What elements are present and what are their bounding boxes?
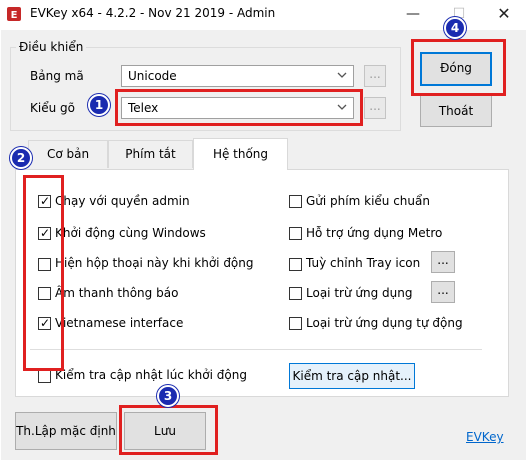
tab-system[interactable]: Hệ thống xyxy=(193,138,288,170)
charset-label: Bảng mã xyxy=(30,69,84,83)
check-update-button[interactable]: Kiểm tra cập nhật... xyxy=(289,363,415,389)
annotation-marker-3: 3 xyxy=(157,385,179,407)
reset-defaults-button[interactable]: Th.Lập mặc định xyxy=(15,412,117,450)
option-label: Kiểm tra cập nhật lúc khởi động xyxy=(55,368,247,382)
control-group-label: Điều khiển xyxy=(16,40,87,54)
charset-combobox[interactable]: Unicode xyxy=(121,65,354,87)
checkbox-auto-exclude-apps[interactable] xyxy=(289,317,302,330)
option-label: Khởi động cùng Windows xyxy=(55,226,206,240)
divider xyxy=(30,349,482,350)
option-label: Gửi phím kiểu chuẩn xyxy=(306,194,430,208)
checkbox-send-standard-keys[interactable] xyxy=(289,195,302,208)
tray-icon-settings-button[interactable]: ... xyxy=(431,251,455,273)
option-label: Tuỳ chỉnh Tray icon xyxy=(306,256,421,270)
tab-hotkeys[interactable]: Phím tắt xyxy=(108,140,193,168)
typing-method-label: Kiểu gõ xyxy=(30,101,75,115)
option-label: Loại trừ ứng dụng tự động xyxy=(306,316,463,330)
checkbox-metro-support[interactable] xyxy=(289,227,302,240)
checkbox-exclude-apps[interactable] xyxy=(289,287,302,300)
annotation-box-close-app xyxy=(411,39,506,96)
option-label: Chạy với quyền admin xyxy=(55,194,190,208)
option-label: Hỗ trợ ứng dụng Metro xyxy=(306,226,443,240)
minimize-button[interactable]: — xyxy=(390,0,436,30)
close-window-button[interactable]: ✕ xyxy=(481,0,527,30)
annotation-marker-1: 1 xyxy=(88,94,110,116)
checkbox-custom-tray-icon[interactable] xyxy=(289,258,302,271)
option-label: Vietnamese interface xyxy=(55,316,184,330)
annotation-marker-4: 4 xyxy=(444,17,466,39)
typing-method-more-button[interactable]: ... xyxy=(364,97,386,119)
annotation-box-save xyxy=(119,405,218,455)
charset-more-button[interactable]: ... xyxy=(364,65,386,87)
checkbox-check-update-on-start[interactable] xyxy=(38,370,51,383)
exclude-apps-settings-button[interactable]: ... xyxy=(431,281,455,303)
option-label: Hiện hộp thoại này khi khởi động xyxy=(55,256,254,270)
option-label: Âm thanh thông báo xyxy=(55,286,179,300)
exit-button[interactable]: Thoát xyxy=(420,95,492,127)
svg-text:E: E xyxy=(11,10,18,21)
charset-value: Unicode xyxy=(128,69,177,83)
annotation-box-typing-method xyxy=(115,89,363,126)
annotation-marker-2: 2 xyxy=(10,147,32,169)
annotation-box-checkboxes xyxy=(23,175,64,371)
evkey-link[interactable]: EVKey xyxy=(466,430,504,444)
chevron-down-icon xyxy=(337,72,347,78)
evkey-app-icon: E xyxy=(7,7,21,21)
tab-basic[interactable]: Cơ bản xyxy=(28,140,108,168)
option-label: Loại trừ ứng dụng xyxy=(306,286,413,300)
window-title: EVKey x64 - 4.2.2 - Nov 21 2019 - Admin xyxy=(30,6,276,20)
